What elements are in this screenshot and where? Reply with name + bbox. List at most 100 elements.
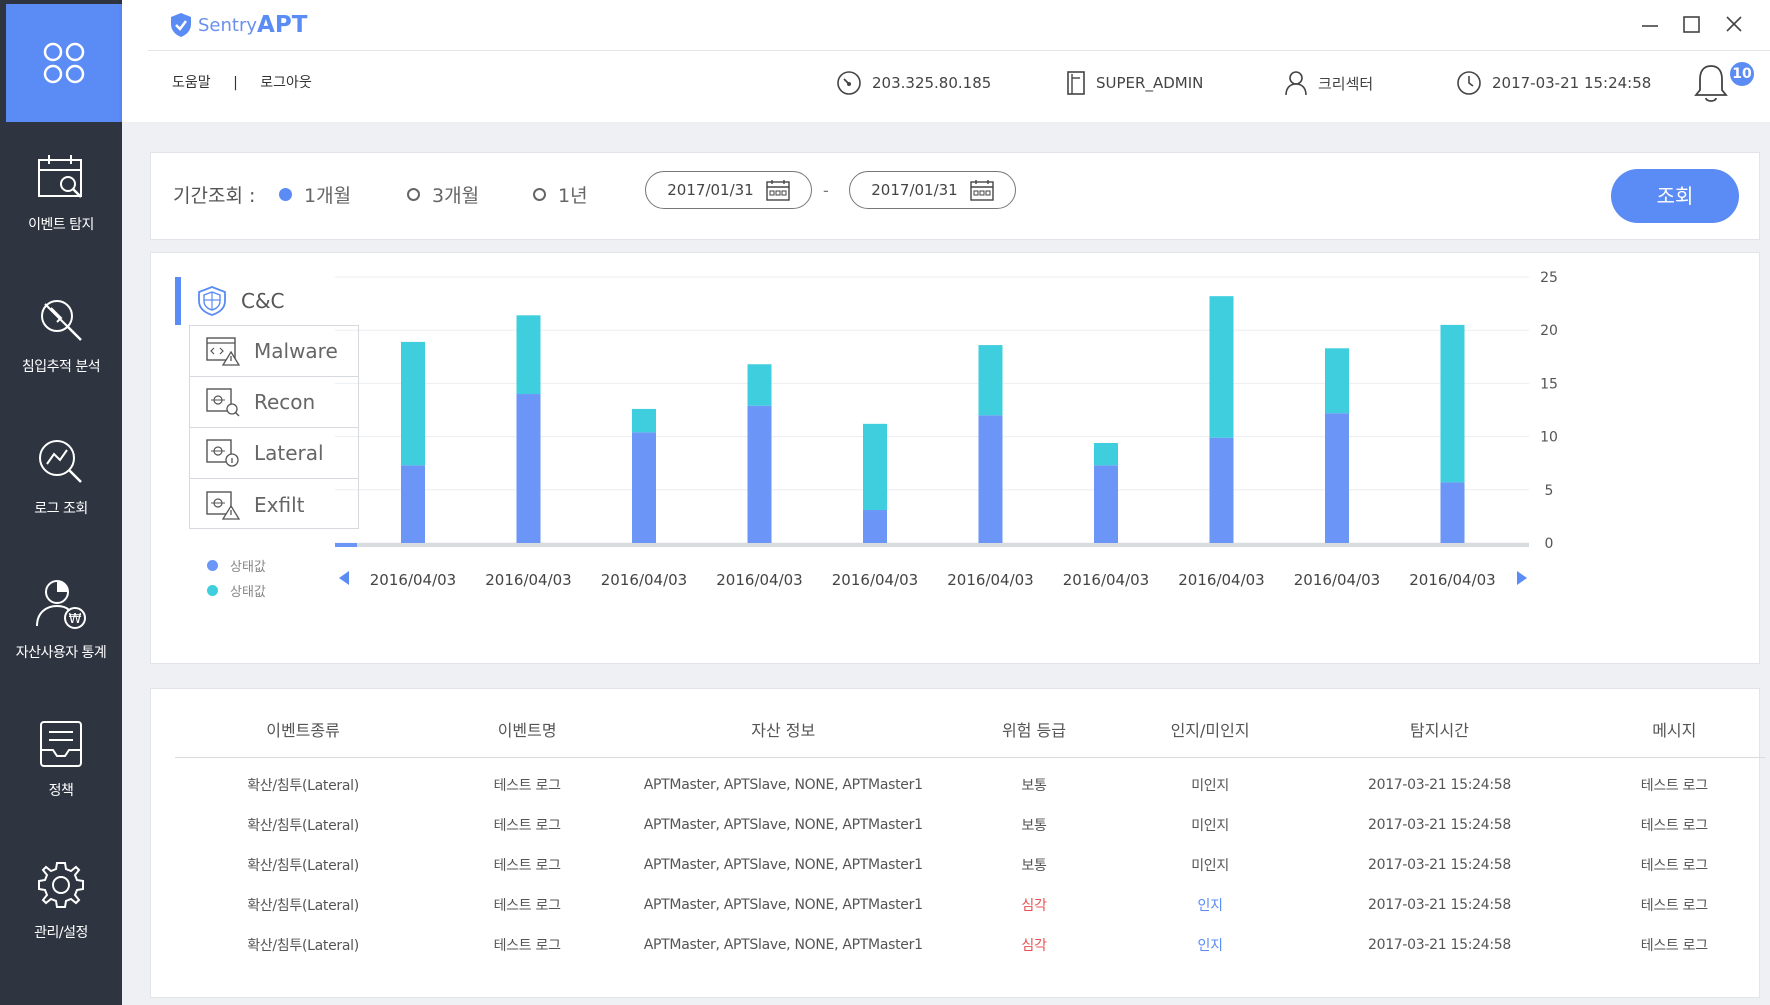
table-row[interactable]: 확산/침투(Lateral) 테스트 로그 APTMaster, APTSlave,…	[175, 885, 1765, 925]
x-tick-label: 2016/04/03	[1294, 571, 1380, 589]
asset-info-cell: APTMaster, APTSlave, NONE, APTMaster1	[643, 937, 923, 953]
sidebar-item-asset-stats[interactable]: ₩ 자산사용자 통계	[0, 576, 122, 706]
time-info: 2017-03-21 15:24:58	[1456, 70, 1651, 96]
x-tick-label: 2016/04/03	[832, 571, 918, 589]
end-date-field[interactable]: 2017/01/31	[849, 171, 1016, 209]
bug-info-icon	[206, 439, 239, 467]
period-label: 기간조회 :	[173, 185, 256, 207]
table-row[interactable]: 확산/침투(Lateral) 테스트 로그 APTMaster, APTSlave,…	[175, 805, 1765, 845]
logout-link[interactable]: 로그아웃	[260, 75, 312, 91]
event-table-panel: 이벤트종류 이벤트명 자산 정보 위험 등급 인지/미인지 탐지시간 메시지 확산/침투(L…	[150, 688, 1765, 998]
radio-1-month[interactable]: 1개월	[279, 181, 351, 208]
legend-swatch	[207, 560, 218, 571]
x-tick-label: 2016/04/03	[947, 571, 1033, 589]
sidebar-item-settings[interactable]: 관리/설정	[0, 858, 122, 988]
detection-time-cell: 2017-03-21 15:24:58	[1367, 857, 1511, 873]
apps-grid-icon	[43, 42, 85, 84]
radio-1-year[interactable]: 1년	[533, 181, 588, 208]
calendar-icon[interactable]	[766, 179, 790, 201]
bar-segment-secondary	[863, 423, 887, 511]
category-cnc[interactable]: C&C	[175, 277, 365, 325]
radio-dot	[407, 188, 420, 201]
awareness-cell: 미인지	[1191, 858, 1229, 874]
category-label: Malware	[254, 339, 338, 363]
speedometer-icon	[837, 71, 861, 95]
event-type-cell: 확산/침투(Lateral)	[247, 938, 359, 954]
radio-3-months[interactable]: 3개월	[407, 181, 479, 208]
asset-info-header: 자산 정보	[623, 701, 944, 758]
event-name-cell: 테스트 로그	[493, 858, 561, 874]
minimize-button[interactable]	[1640, 14, 1660, 39]
notifications-button[interactable]	[1692, 60, 1730, 108]
y-tick-label: 0	[1545, 536, 1554, 552]
bar-segment-secondary	[1209, 296, 1234, 438]
radio-dot-selected	[279, 188, 292, 201]
apps-menu-button[interactable]	[6, 4, 122, 122]
bar-segment-secondary	[978, 345, 1003, 416]
event-name-cell: 테스트 로그	[493, 898, 561, 914]
date-range-dash: -	[823, 181, 829, 200]
close-icon	[1726, 16, 1742, 32]
current-datetime: 2017-03-21 15:24:58	[1492, 74, 1652, 92]
event-type-header: 이벤트종류	[175, 701, 432, 758]
calendar-search-icon	[38, 155, 82, 198]
risk-level-cell: 심각	[1021, 938, 1047, 954]
sidebar-item-event-detection[interactable]: 이벤트 탐지	[0, 152, 122, 282]
table-body: 확산/침투(Lateral) 테스트 로그 APTMaster, APTSlave,…	[175, 757, 1765, 965]
awareness-cell: 인지	[1197, 938, 1223, 954]
sidebar-item-label: 침입추적 분석	[21, 359, 101, 375]
chart-next-arrow-icon[interactable]	[1517, 571, 1527, 585]
table-row[interactable]: 확산/침투(Lateral) 테스트 로그 APTMaster, APTSlave,…	[175, 845, 1765, 885]
sidebar-item-policy[interactable]: 정책	[0, 718, 122, 848]
message-cell: 테스트 로그	[1640, 778, 1708, 795]
category-recon[interactable]: Recon	[190, 377, 358, 428]
detection-time-cell: 2017-03-21 15:24:58	[1367, 817, 1511, 833]
radio-label: 1년	[558, 185, 588, 207]
sidebar-item-label: 자산사용자 통계	[15, 645, 107, 661]
risk-level-cell: 심각	[1021, 898, 1047, 914]
risk-level-cell: 보통	[1021, 818, 1047, 834]
query-button[interactable]: 조회	[1611, 169, 1739, 223]
table-row[interactable]: 확산/침투(Lateral) 테스트 로그 APTMaster, APTSlave,…	[175, 925, 1765, 965]
x-tick-label: 2016/04/03	[601, 571, 687, 589]
maximize-button[interactable]	[1682, 14, 1702, 39]
y-tick-label: 20	[1540, 323, 1558, 339]
x-tick-label: 2016/04/03	[1409, 571, 1495, 589]
bar-segment-primary	[863, 510, 887, 543]
category-label: Recon	[254, 390, 316, 414]
sidebar-item-log-search[interactable]: 로그 조회	[0, 436, 122, 566]
category-exfilt[interactable]: Exfilt	[190, 479, 358, 530]
category-malware[interactable]: Malware	[190, 326, 358, 377]
brand-name: APT	[257, 12, 308, 38]
start-date-field[interactable]: 2017/01/31	[645, 171, 812, 209]
message-header: 메시지	[1583, 701, 1765, 758]
header-divider	[148, 50, 1770, 51]
bar-segment-primary	[1094, 465, 1118, 543]
sidebar-item-intrusion-analysis[interactable]: 침입추적 분석	[0, 294, 122, 424]
x-tick-label: 2016/04/03	[370, 571, 456, 589]
bug-warning-icon	[206, 490, 240, 520]
help-link[interactable]: 도움말	[172, 75, 211, 91]
chart-panel: 0 5 10 15 20 25 2016/04/03 2016/04/03 2016/04/03…	[150, 252, 1760, 664]
minimize-icon	[1642, 25, 1658, 27]
bar-segment-primary	[978, 415, 1003, 543]
bug-search-icon	[206, 388, 240, 417]
table-row[interactable]: 확산/침투(Lateral) 테스트 로그 APTMaster, APTSlave,…	[175, 757, 1765, 805]
svg-text:₩: ₩	[69, 612, 82, 627]
calendar-icon[interactable]	[970, 179, 994, 201]
bar-segment-secondary	[401, 341, 425, 466]
legend-item: 상태값	[207, 553, 266, 578]
awareness-cell: 미인지	[1191, 818, 1229, 834]
asset-info-cell: APTMaster, APTSlave, NONE, APTMaster1	[643, 857, 923, 873]
sidebar-item-label: 이벤트 탐지	[28, 217, 94, 233]
detection-time-cell: 2017-03-21 15:24:58	[1367, 777, 1511, 794]
chart-prev-arrow-icon[interactable]	[339, 571, 349, 585]
message-cell: 테스트 로그	[1640, 938, 1708, 954]
close-button[interactable]	[1724, 14, 1744, 39]
start-date-value: 2017/01/31	[667, 181, 754, 199]
code-warning-icon	[206, 337, 240, 366]
category-lateral[interactable]: Lateral	[190, 428, 358, 479]
event-type-cell: 확산/침투(Lateral)	[247, 898, 359, 914]
document-icon	[1067, 71, 1085, 95]
message-cell: 테스트 로그	[1640, 818, 1708, 834]
